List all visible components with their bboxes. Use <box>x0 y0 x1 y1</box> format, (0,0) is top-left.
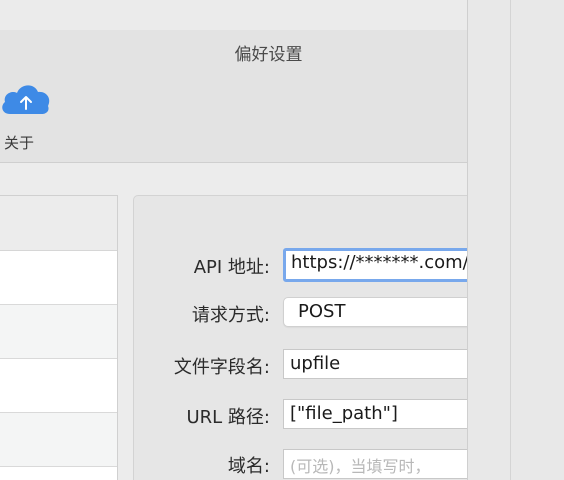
request-method-select[interactable]: POST <box>283 297 467 327</box>
list-item[interactable] <box>0 413 117 467</box>
background-divider <box>510 0 511 480</box>
file-field-name-label: 文件字段名: <box>173 357 270 378</box>
config-list[interactable] <box>0 195 118 480</box>
api-address-field[interactable]: https://*******.com/ <box>283 248 467 282</box>
toolbar-about-label[interactable]: 关于 <box>4 132 34 153</box>
list-item[interactable] <box>0 359 117 413</box>
preferences-window: 偏好设置 关于 API 地址: https://*******.com/ 请求方… <box>0 0 468 480</box>
url-path-input[interactable]: ["file_path"] <box>283 399 467 429</box>
cloud-upload-icon[interactable] <box>0 78 52 118</box>
list-item[interactable] <box>0 305 117 359</box>
url-path-label: URL 路径: <box>186 407 271 428</box>
request-method-label: 请求方式: <box>191 305 270 326</box>
file-field-name-input[interactable]: upfile <box>283 349 467 379</box>
window-title: 偏好设置 <box>234 45 303 65</box>
background-window-area <box>468 0 564 480</box>
domain-label: 域名: <box>227 456 270 477</box>
list-item[interactable] <box>0 251 117 305</box>
list-header <box>0 196 117 251</box>
api-address-label: API 地址: <box>193 257 270 278</box>
domain-input[interactable]: (可选)，当填写时， <box>283 449 467 479</box>
settings-form-panel <box>133 195 467 480</box>
title-bar <box>0 0 467 31</box>
